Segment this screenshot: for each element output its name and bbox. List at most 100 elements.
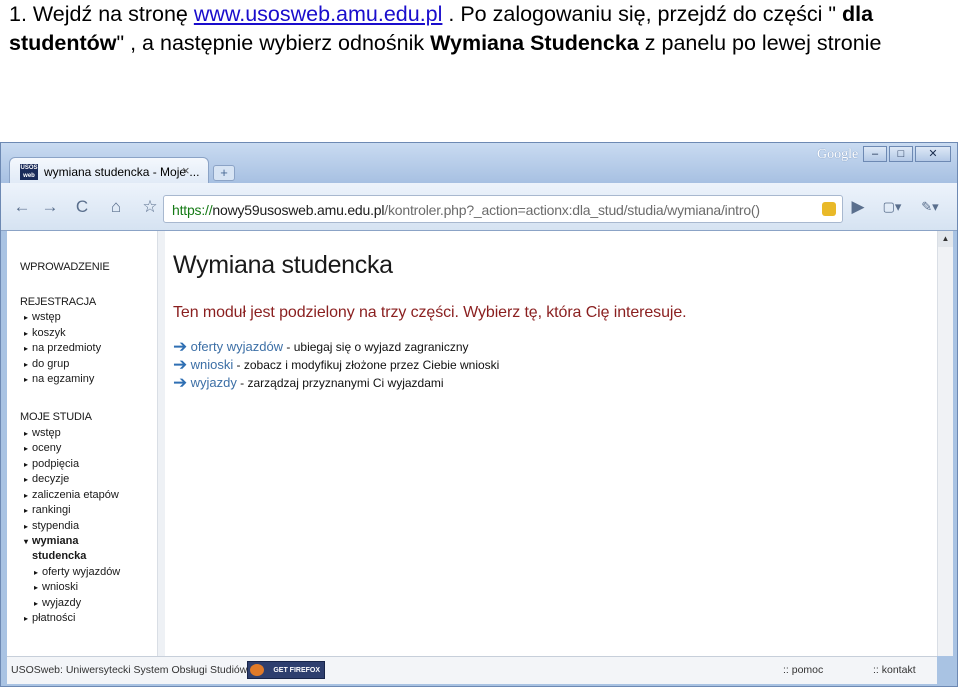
- get-firefox-label: GET FIREFOX: [273, 667, 320, 674]
- sidebar-item-rankingi[interactable]: ▸ rankingi: [24, 504, 71, 516]
- page-menu-icon[interactable]: ▢▾: [877, 197, 907, 217]
- sidebar-item-zaliczenia[interactable]: ▸ zaliczenia etapów: [24, 489, 119, 501]
- usosweb-link[interactable]: www.usosweb.amu.edu.pl: [194, 2, 443, 26]
- footer-bar: USOSweb: Uniwersytecki System Obsługi St…: [7, 656, 937, 684]
- sidebar-item-label: płatności: [32, 612, 76, 624]
- triangle-down-icon: ▾: [24, 537, 29, 546]
- sidebar-subitem-wyjazdy[interactable]: ▸ wyjazdy: [34, 597, 81, 609]
- sidebar-item-reg-wstep[interactable]: ▸ wstęp: [24, 311, 61, 323]
- instruction-part: 1. Wejdź na stronę: [9, 2, 194, 26]
- arrow-right-icon: ➔: [173, 337, 188, 356]
- arrow-right-icon: ➔: [173, 373, 188, 392]
- sidebar-header-registration[interactable]: REJESTRACJA: [20, 296, 96, 308]
- sidebar-item-label: wstęp: [32, 427, 61, 439]
- page-content: WPROWADZENIE REJESTRACJA ▸ wstęp ▸ koszyk …: [7, 231, 953, 656]
- sidebar-item-stypendia[interactable]: ▸ stypendia: [24, 520, 79, 532]
- help-link[interactable]: :: pomoc: [783, 664, 823, 676]
- go-icon[interactable]: ▶: [847, 197, 869, 217]
- triangle-right-icon: ▸: [24, 460, 29, 469]
- sidebar-item-decyzje[interactable]: ▸ decyzje: [24, 473, 69, 485]
- sidebar-item-platnosci[interactable]: ▸ płatności: [24, 612, 75, 624]
- sidebar-item-label: podpięcia: [32, 458, 80, 470]
- url-path: /kontroler.php?_action=actionx:dla_stud/…: [384, 202, 760, 218]
- link-wyjazdy[interactable]: wyjazdy: [191, 375, 237, 390]
- sidebar-item-koszyk[interactable]: ▸ koszyk: [24, 327, 66, 339]
- sidebar-item-label: koszyk: [32, 327, 66, 339]
- triangle-right-icon: ▸: [24, 444, 29, 453]
- reload-icon[interactable]: C: [71, 197, 93, 217]
- sidebar-item-do-grup[interactable]: ▸ do grup: [24, 358, 69, 370]
- new-tab-button[interactable]: +: [213, 165, 235, 181]
- maximize-button[interactable]: □: [889, 146, 913, 162]
- browser-window: USOS web wymiana studencka - Moje ... × …: [0, 142, 958, 687]
- instruction-part: " , a następnie wybierz odnośnik: [116, 31, 431, 55]
- module-description: Ten moduł jest podzielony na trzy części…: [173, 304, 687, 321]
- page-title: Wymiana studencka: [173, 251, 393, 279]
- triangle-right-icon: ▸: [24, 375, 29, 384]
- instruction-text: 1. Wejdź na stronę www.usosweb.amu.edu.p…: [9, 0, 954, 58]
- sidebar-item-label: oferty wyjazdów: [42, 566, 121, 578]
- home-icon[interactable]: ⌂: [105, 197, 127, 217]
- vertical-scrollbar[interactable]: ▲: [937, 231, 953, 656]
- sidebar-item-podpiecia[interactable]: ▸ podpięcia: [24, 458, 79, 470]
- link-wnioski[interactable]: wnioski: [191, 357, 234, 372]
- sidebar-subitem-oferty[interactable]: ▸ oferty wyjazdów: [34, 566, 120, 578]
- sidebar-item-intro[interactable]: WPROWADZENIE: [20, 261, 110, 273]
- instruction-bold: Wymiana Studencka: [430, 31, 639, 55]
- link-oferty-wyjazdow[interactable]: oferty wyjazdów: [191, 339, 283, 354]
- sidebar-item-label: zaliczenia etapów: [32, 489, 119, 501]
- arrow-right-icon: ➔: [173, 355, 188, 374]
- sidebar-subitem-wnioski[interactable]: ▸ wnioski: [34, 581, 78, 593]
- sidebar-item-wymiana-studencka-line2[interactable]: studencka: [32, 550, 86, 562]
- triangle-right-icon: ▸: [34, 583, 39, 592]
- tools-menu-icon[interactable]: ✎▾: [915, 197, 945, 217]
- triangle-right-icon: ▸: [24, 329, 29, 338]
- url-host: nowy59usosweb.amu.edu.pl: [212, 202, 385, 218]
- triangle-right-icon: ▸: [24, 344, 29, 353]
- list-item: ➔ wyjazdy - zarządzaj przyznanymi Ci wyj…: [173, 373, 444, 393]
- sidebar-item-studies-wstep[interactable]: ▸ wstęp: [24, 427, 61, 439]
- sidebar-item-label: wyjazdy: [42, 597, 82, 609]
- sidebar-item-wymiana-studencka[interactable]: ▾ wymiana: [24, 535, 78, 547]
- sidebar-item-na-egzaminy[interactable]: ▸ na egzaminy: [24, 373, 94, 385]
- link-description: - ubiegaj się o wyjazd zagraniczny: [283, 340, 469, 354]
- triangle-right-icon: ▸: [24, 313, 29, 322]
- triangle-right-icon: ▸: [24, 614, 29, 623]
- browser-toolbar: ← → C ⌂ ☆ https://nowy59usosweb.amu.edu.…: [1, 183, 957, 231]
- sidebar-item-label: rankingi: [32, 504, 71, 516]
- instruction-part: . Po zalogowaniu się, przejdź do części …: [442, 2, 843, 26]
- get-firefox-button[interactable]: GET FIREFOX: [247, 661, 325, 679]
- triangle-right-icon: ▸: [24, 506, 29, 515]
- triangle-right-icon: ▸: [24, 360, 29, 369]
- forward-icon[interactable]: →: [39, 197, 61, 217]
- title-bar: USOS web wymiana studencka - Moje ... × …: [1, 143, 957, 185]
- browser-tab[interactable]: USOS web wymiana studencka - Moje ... ×: [9, 157, 209, 185]
- tab-title: wymiana studencka - Moje ...: [44, 165, 200, 179]
- usos-favicon-icon: USOS web: [20, 164, 38, 180]
- link-description: - zarządzaj przyznanymi Ci wyjazdami: [236, 376, 444, 390]
- sidebar-item-label: stypendia: [32, 520, 80, 532]
- contact-link[interactable]: :: kontakt: [873, 664, 916, 676]
- sidebar-item-label: do grup: [32, 358, 70, 370]
- sidebar-header-my-studies[interactable]: MOJE STUDIA: [20, 411, 92, 423]
- sidebar-item-na-przedmioty[interactable]: ▸ na przedmioty: [24, 342, 101, 354]
- scroll-up-icon[interactable]: ▲: [938, 231, 953, 247]
- address-bar[interactable]: https://nowy59usosweb.amu.edu.pl/kontrol…: [163, 195, 843, 223]
- link-description: - zobacz i modyfikuj złożone przez Ciebi…: [233, 358, 500, 372]
- triangle-right-icon: ▸: [24, 475, 29, 484]
- lock-icon: [822, 202, 836, 216]
- sidebar-item-label: wstęp: [32, 311, 61, 323]
- sidebar-item-label: wymiana: [32, 535, 79, 547]
- sidebar-item-oceny[interactable]: ▸ oceny: [24, 442, 61, 454]
- triangle-right-icon: ▸: [24, 491, 29, 500]
- google-brand: Google: [817, 147, 859, 162]
- close-tab-icon[interactable]: ×: [182, 163, 190, 178]
- list-item: ➔ wnioski - zobacz i modyfikuj złożone p…: [173, 355, 499, 375]
- bookmark-star-icon[interactable]: ☆: [139, 197, 161, 217]
- minimize-button[interactable]: –: [863, 146, 887, 162]
- footer-system-name: USOSweb: Uniwersytecki System Obsługi St…: [11, 664, 248, 676]
- triangle-right-icon: ▸: [24, 522, 29, 531]
- firefox-icon: [250, 664, 264, 676]
- close-window-button[interactable]: ✕: [915, 146, 951, 162]
- back-icon[interactable]: ←: [11, 197, 33, 217]
